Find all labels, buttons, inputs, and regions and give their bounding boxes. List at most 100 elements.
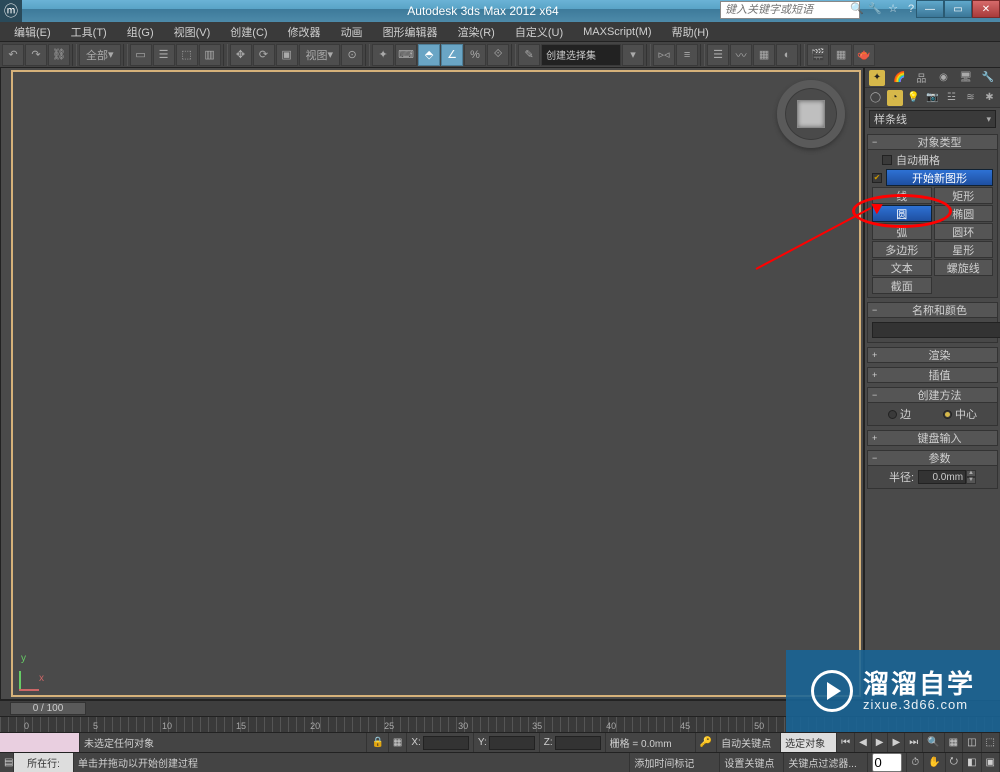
key-filters-button[interactable]: 关键点过滤器... — [784, 753, 868, 772]
create-tab-icon[interactable]: ✦ — [869, 70, 885, 86]
undo-icon[interactable]: ↶ — [2, 44, 24, 66]
shapes-cat-icon[interactable]: ◔ — [887, 90, 903, 106]
rollout-keyboard-header[interactable]: +键盘输入 — [867, 430, 998, 446]
nav-walk-icon[interactable]: ◧ — [963, 753, 981, 772]
select-manipulate-icon[interactable]: ✦ — [372, 44, 394, 66]
systems-cat-icon[interactable]: ✱ — [982, 90, 998, 106]
menu-modifiers[interactable]: 修改器 — [278, 24, 331, 40]
coord-x-input[interactable] — [423, 736, 469, 750]
menu-grapheditors[interactable]: 图形编辑器 — [373, 24, 448, 40]
play-next-icon[interactable]: ▶ — [888, 733, 905, 752]
spinner-snap-icon[interactable]: ⟐ — [487, 44, 509, 66]
wrench-icon[interactable]: 🔧 — [868, 2, 882, 16]
menu-maxscript[interactable]: MAXScript(M) — [573, 26, 661, 38]
keyboard-shortcut-icon[interactable]: ⌨ — [395, 44, 417, 66]
time-config-icon[interactable]: ⏱ — [907, 753, 924, 772]
render-icon[interactable]: 🫖 — [853, 44, 875, 66]
method-edge-radio[interactable]: 边 — [888, 406, 911, 422]
shape-helix-button[interactable]: 螺旋线 — [934, 259, 994, 276]
mini-listener-icon[interactable]: ▤ — [0, 753, 14, 772]
nav-fov-icon[interactable]: ◫ — [963, 733, 981, 752]
key-target-dropdown[interactable]: 选定对象 — [781, 733, 837, 752]
snap-toggle-icon[interactable]: ⬘ — [418, 44, 440, 66]
shape-ellipse-button[interactable]: 椭圆 — [934, 205, 994, 222]
search-icon[interactable]: 🔍 — [850, 2, 864, 16]
help-search-input[interactable] — [720, 1, 860, 19]
play-end-icon[interactable]: ⏭ — [905, 733, 923, 752]
radius-input[interactable] — [918, 470, 966, 484]
menu-tools[interactable]: 工具(T) — [61, 24, 117, 40]
auto-key-button[interactable]: 自动关键点 — [717, 733, 781, 752]
utilities-tab-icon[interactable]: 🔧 — [980, 70, 996, 86]
coord-y-input[interactable] — [489, 736, 535, 750]
subcategory-dropdown[interactable]: 样条线 — [869, 110, 996, 128]
curve-editor-icon[interactable]: 〰 — [730, 44, 752, 66]
menu-create[interactable]: 创建(C) — [220, 24, 277, 40]
radius-up-icon[interactable]: ▲ — [966, 470, 976, 477]
nav-pan-icon[interactable]: ✋ — [924, 753, 945, 772]
menu-edit[interactable]: 编辑(E) — [4, 24, 61, 40]
nav-region-icon[interactable]: ⬚ — [982, 733, 1000, 752]
display-tab-icon[interactable]: 🖥 — [958, 70, 974, 86]
rollout-params-header[interactable]: −参数 — [867, 450, 998, 466]
scale-icon[interactable]: ▣ — [276, 44, 298, 66]
schematic-icon[interactable]: ▦ — [753, 44, 775, 66]
redo-icon[interactable]: ↷ — [25, 44, 47, 66]
hierarchy-tab-icon[interactable]: 品 — [913, 70, 929, 86]
rollout-namecolor-header[interactable]: −名称和颜色 — [867, 302, 998, 318]
time-input[interactable] — [872, 753, 902, 772]
nav-zoomall-icon[interactable]: ▦ — [945, 733, 963, 752]
key-icon[interactable]: 🔑 — [696, 733, 717, 752]
autogrid-checkbox[interactable]: 自动栅格 — [872, 152, 993, 168]
star-icon[interactable]: ☆ — [886, 2, 900, 16]
helpers-cat-icon[interactable]: ☳ — [944, 90, 960, 106]
object-name-input[interactable] — [872, 322, 1000, 338]
ref-coord-system[interactable]: 视图 ▾ — [299, 44, 341, 66]
mirror-icon[interactable]: ▹◃ — [653, 44, 675, 66]
selection-scope[interactable]: 全部 ▾ — [79, 44, 121, 66]
play-start-icon[interactable]: ⏮ — [837, 733, 855, 752]
shape-text-button[interactable]: 文本 — [872, 259, 932, 276]
close-button[interactable]: ✕ — [972, 0, 1000, 18]
spacewarps-cat-icon[interactable]: ≋ — [963, 90, 979, 106]
select-region-icon[interactable]: ⬚ — [176, 44, 198, 66]
rollout-object-type-header[interactable]: −对象类型 — [867, 134, 998, 150]
link-icon[interactable]: ⛓ — [48, 44, 70, 66]
method-center-radio[interactable]: 中心 — [943, 406, 977, 422]
coord-z-input[interactable] — [555, 736, 601, 750]
startnew-checkbox[interactable]: ✔ — [872, 173, 882, 183]
rollout-method-header[interactable]: −创建方法 — [867, 387, 998, 403]
menu-views[interactable]: 视图(V) — [164, 24, 221, 40]
edit-selection-icon[interactable]: ✎ — [518, 44, 540, 66]
help-search[interactable] — [720, 1, 860, 19]
percent-snap-icon[interactable]: % — [464, 44, 486, 66]
radius-spinner[interactable]: ▲▼ — [918, 470, 976, 484]
material-editor-icon[interactable]: ◐ — [776, 44, 798, 66]
script-listener[interactable] — [0, 733, 80, 752]
angle-snap-icon[interactable]: ∠ — [441, 44, 463, 66]
menu-customize[interactable]: 自定义(U) — [505, 24, 573, 40]
selection-dropdown-icon[interactable]: ▾ — [622, 44, 644, 66]
time-slider-handle[interactable]: 0 / 100 — [10, 702, 86, 715]
lights-cat-icon[interactable]: 💡 — [906, 90, 922, 106]
move-icon[interactable]: ✥ — [230, 44, 252, 66]
shape-section-button[interactable]: 截面 — [872, 277, 932, 294]
rollout-interp-header[interactable]: +插值 — [867, 367, 998, 383]
add-time-tag[interactable]: 添加时间标记 — [630, 753, 720, 772]
modify-tab-icon[interactable]: 🌈 — [891, 70, 907, 86]
pivot-icon[interactable]: ⊙ — [341, 44, 363, 66]
menu-help[interactable]: 帮助(H) — [662, 24, 719, 40]
shape-star-button[interactable]: 星形 — [934, 241, 994, 258]
select-icon[interactable]: ▭ — [130, 44, 152, 66]
nav-orbit-icon[interactable]: ⭮ — [946, 753, 963, 772]
minimize-button[interactable]: — — [916, 0, 944, 18]
viewcube-face-icon[interactable] — [797, 100, 825, 128]
geometry-cat-icon[interactable]: ◯ — [868, 90, 884, 106]
rotate-icon[interactable]: ⟳ — [253, 44, 275, 66]
render-setup-icon[interactable]: 🎬 — [807, 44, 829, 66]
play-icon[interactable]: ▶ — [872, 733, 889, 752]
transform-typein-icon[interactable]: ▦ — [389, 733, 407, 752]
shape-ngon-button[interactable]: 多边形 — [872, 241, 932, 258]
viewcube[interactable] — [777, 80, 845, 148]
shape-arc-button[interactable]: 弧 — [872, 223, 932, 240]
